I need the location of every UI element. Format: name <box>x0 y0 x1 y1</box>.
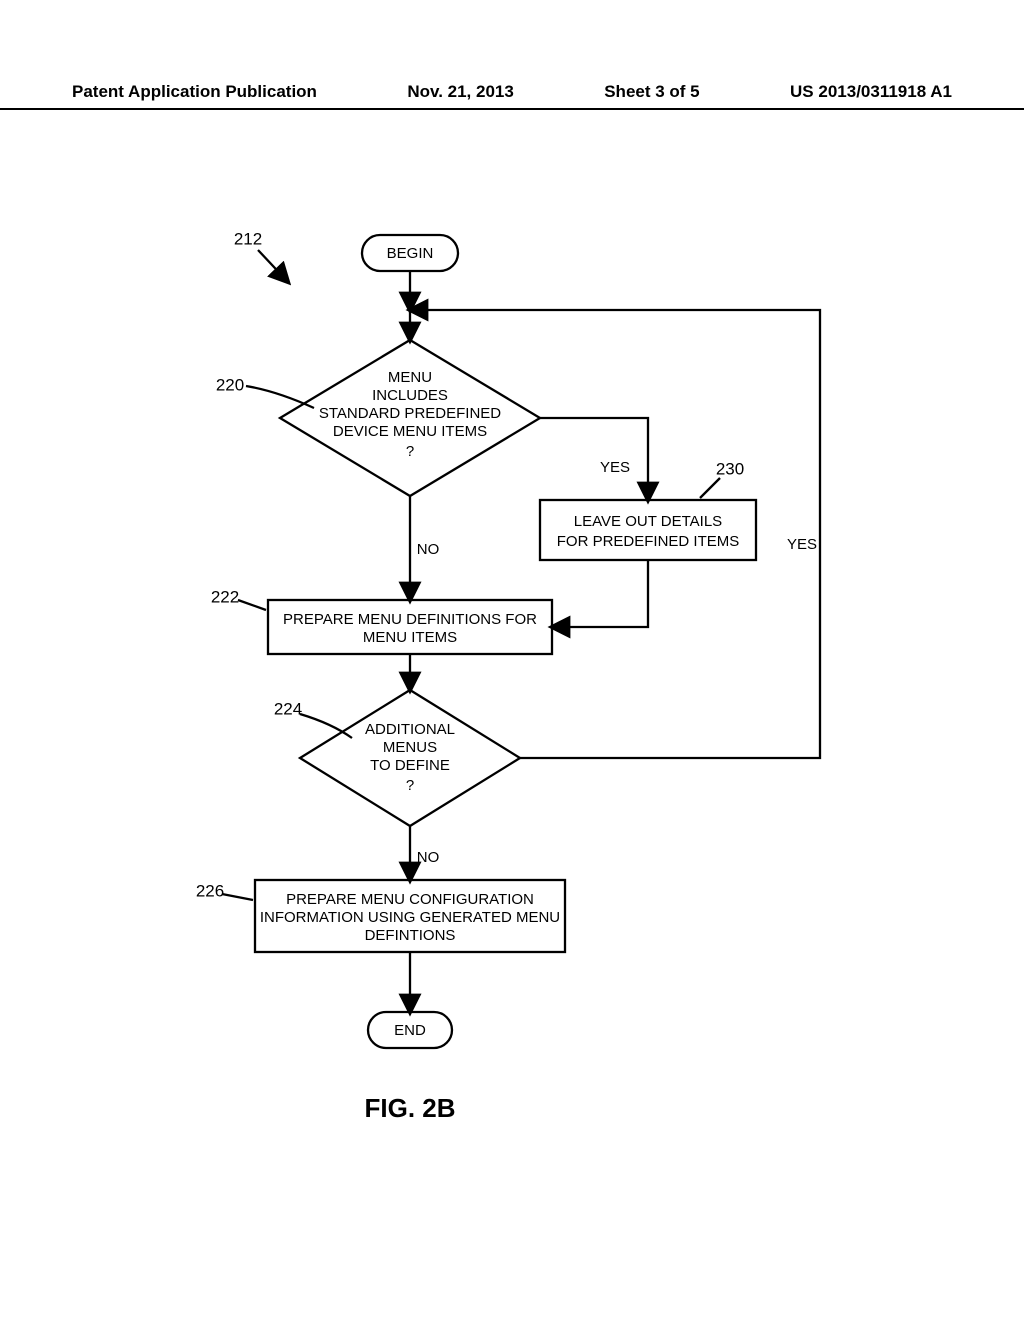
d220-l1: MENU <box>388 369 432 386</box>
header-pubno: US 2013/0311918 A1 <box>790 82 952 102</box>
d224-yes-label: YES <box>787 536 817 553</box>
ref-222: 222 <box>211 587 239 606</box>
ref-230: 230 <box>716 459 744 478</box>
d220-l5: ? <box>406 443 414 460</box>
header-left: Patent Application Publication <box>72 82 317 102</box>
node-begin-label: BEGIN <box>387 245 434 262</box>
flowchart: BEGIN 212 MENU INCLUDES STANDARD PREDEFI… <box>0 200 1024 1160</box>
node-end-label: END <box>394 1022 426 1039</box>
d224-l3: TO DEFINE <box>370 757 450 774</box>
d220-yes-label: YES <box>600 459 630 476</box>
d224-no-label: NO <box>417 849 440 866</box>
p226-l3: DEFINTIONS <box>365 927 456 944</box>
ref-222-leader <box>238 600 266 610</box>
p222-l1: PREPARE MENU DEFINITIONS FOR <box>283 611 537 628</box>
p222-l2: MENU ITEMS <box>363 629 457 646</box>
page: Patent Application Publication Nov. 21, … <box>0 0 1024 1320</box>
ref-224-leader <box>300 714 352 738</box>
node-process-230 <box>540 500 756 560</box>
ref-212-leader <box>258 250 288 282</box>
p226-l1: PREPARE MENU CONFIGURATION <box>286 891 534 908</box>
p230-l1: LEAVE OUT DETAILS <box>574 513 722 530</box>
ref-226: 226 <box>196 881 224 900</box>
ref-224: 224 <box>274 699 302 718</box>
ref-220: 220 <box>216 375 244 394</box>
figure-caption: FIG. 2B <box>364 1093 455 1123</box>
edge-230-to-222 <box>552 560 648 627</box>
ref-212: 212 <box>234 229 262 248</box>
d220-l3: STANDARD PREDEFINED <box>319 405 501 422</box>
ref-220-leader <box>246 386 314 408</box>
edge-d220-yes <box>540 418 648 500</box>
header-sheet: Sheet 3 of 5 <box>604 82 699 102</box>
page-header: Patent Application Publication Nov. 21, … <box>0 82 1024 110</box>
d224-l2: MENUS <box>383 739 437 756</box>
d224-l4: ? <box>406 777 414 794</box>
d224-l1: ADDITIONAL <box>365 721 455 738</box>
ref-226-leader <box>222 894 253 900</box>
ref-230-leader <box>700 478 720 498</box>
p230-l2: FOR PREDEFINED ITEMS <box>557 533 740 550</box>
d220-no-label: NO <box>417 541 440 558</box>
header-date: Nov. 21, 2013 <box>407 82 513 102</box>
d220-l4: DEVICE MENU ITEMS <box>333 423 487 440</box>
d220-l2: INCLUDES <box>372 387 448 404</box>
p226-l2: INFORMATION USING GENERATED MENU <box>260 909 560 926</box>
